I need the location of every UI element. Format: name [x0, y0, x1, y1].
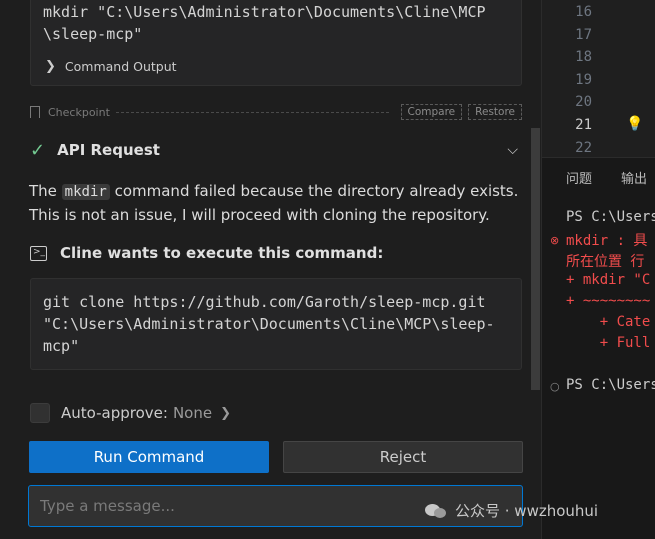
- api-request-title: API Request: [57, 141, 160, 159]
- cline-chat-panel: mkdir "C:\Users\Administrator\Documents\…: [0, 0, 541, 539]
- auto-approve-row[interactable]: Auto-approve: None ❯: [30, 403, 231, 423]
- bookmark-icon: [30, 106, 40, 118]
- line-number: 20: [575, 94, 592, 110]
- compare-button[interactable]: Compare: [400, 104, 463, 120]
- current-command-line-1: git clone https://github.com/Garoth/slee…: [43, 293, 486, 311]
- auto-approve-value: None: [172, 404, 213, 422]
- previous-command-text: mkdir "C:\Users\Administrator\Documents\…: [43, 1, 486, 45]
- api-request-header[interactable]: ✓ API Request ⌵: [30, 139, 522, 161]
- terminal-line: 所在位置 行: [566, 254, 645, 270]
- current-command-line-3: mcp": [43, 337, 80, 355]
- run-command-button[interactable]: Run Command: [29, 441, 269, 473]
- line-number: 22: [575, 140, 592, 156]
- watermark-text: 公众号 · wwzhouhui: [455, 502, 599, 520]
- assistant-message: The mkdir command failed because the dir…: [29, 180, 519, 227]
- checkpoint-row: Checkpoint Compare Restore: [30, 104, 522, 120]
- line-number: 19: [575, 72, 592, 88]
- terminal-line: + mkdir "C: [566, 272, 651, 288]
- current-command-text: git clone https://github.com/Garoth/slee…: [43, 291, 495, 357]
- tab-problems[interactable]: 问题: [566, 168, 592, 187]
- terminal-line: + Cate: [566, 314, 651, 330]
- terminal-line: + Full: [566, 335, 651, 351]
- execute-command-title: Cline wants to execute this command:: [60, 244, 384, 262]
- inline-code: mkdir: [61, 184, 110, 200]
- code-editor[interactable]: 16 17 18 19 20 21 22 💡: [542, 0, 655, 157]
- current-command-block: git clone https://github.com/Garoth/slee…: [30, 278, 522, 370]
- line-number: 17: [575, 27, 592, 43]
- line-number-active: 21: [575, 117, 592, 133]
- line-number: 16: [575, 4, 592, 20]
- circle-icon: ○: [550, 380, 560, 393]
- command-output-toggle[interactable]: ❯ Command Output: [45, 59, 177, 74]
- current-command-line-2: "C:\Users\Administrator\Documents\Cline\…: [43, 315, 495, 333]
- checkpoint-label: Checkpoint: [48, 105, 110, 119]
- previous-command-line-2: \sleep-mcp": [43, 25, 143, 43]
- execute-command-header: >_ Cline wants to execute this command:: [30, 244, 383, 262]
- terminal-line: + ~~~~~~~~: [566, 293, 651, 309]
- terminal-panel[interactable]: 问题 输出 PS C:\Users ⊗ mkdir : 具 所在位置 行 + m…: [542, 158, 655, 539]
- terminal-line: mkdir : 具: [566, 233, 648, 249]
- command-output-label: Command Output: [64, 59, 177, 74]
- wechat-icon: [425, 502, 447, 520]
- message-prefix: The: [29, 182, 62, 200]
- previous-command-block: mkdir "C:\Users\Administrator\Documents\…: [30, 0, 522, 86]
- restore-button[interactable]: Restore: [468, 104, 522, 120]
- terminal-line: PS C:\Users: [566, 377, 655, 393]
- auto-approve-checkbox[interactable]: [30, 403, 50, 423]
- chat-scrollbar-thumb[interactable]: [531, 128, 540, 390]
- previous-command-line-1: mkdir "C:\Users\Administrator\Documents\…: [43, 3, 486, 21]
- line-number: 18: [575, 49, 592, 65]
- terminal-line: PS C:\Users: [566, 209, 655, 225]
- chevron-right-icon: ❯: [45, 59, 56, 74]
- chevron-right-icon: ❯: [220, 405, 231, 421]
- lightbulb-icon[interactable]: 💡: [626, 116, 643, 132]
- checkpoint-divider: [115, 111, 389, 113]
- watermark: 公众号 · wwzhouhui: [425, 500, 598, 521]
- auto-approve-label: Auto-approve:: [61, 404, 168, 422]
- checkmark-icon: ✓: [30, 139, 46, 161]
- chevron-down-icon[interactable]: ⌵: [507, 142, 518, 158]
- terminal-icon: >_: [30, 245, 47, 261]
- reject-button[interactable]: Reject: [283, 441, 523, 473]
- tab-output[interactable]: 输出: [621, 168, 647, 187]
- error-circle-icon: ⊗: [550, 234, 560, 247]
